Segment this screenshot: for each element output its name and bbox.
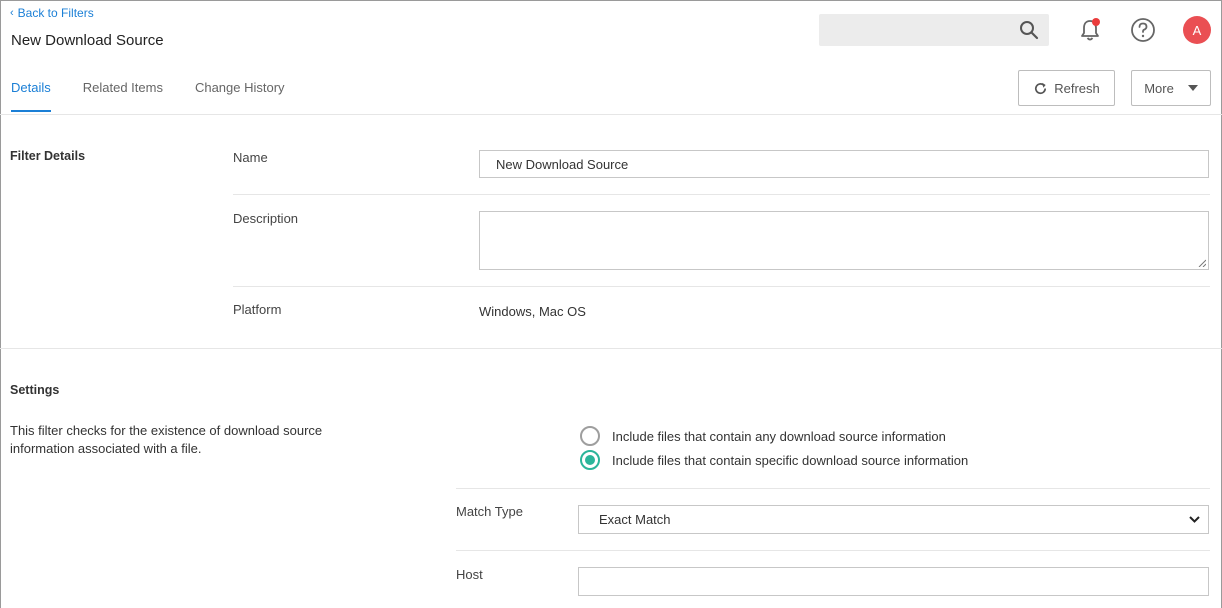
tab-bar: Details Related Items Change History <box>11 80 317 112</box>
help-icon[interactable] <box>1130 17 1156 43</box>
match-type-label: Match Type <box>456 504 523 519</box>
row-divider <box>233 286 1210 287</box>
row-divider <box>456 550 1210 551</box>
match-type-value: Exact Match <box>599 512 671 527</box>
more-label: More <box>1144 80 1174 96</box>
row-divider <box>456 488 1210 489</box>
filter-details-title: Filter Details <box>10 149 86 163</box>
chevron-down-icon <box>1189 516 1200 523</box>
search-input[interactable] <box>819 14 1049 46</box>
name-field[interactable] <box>479 150 1209 178</box>
avatar[interactable]: A <box>1183 16 1211 44</box>
resize-grip-icon[interactable] <box>1198 259 1206 267</box>
platform-label: Platform <box>233 302 282 317</box>
chevron-left-icon: ‹ <box>10 7 14 19</box>
radio-button-selected[interactable] <box>580 450 600 470</box>
row-divider <box>233 194 1210 195</box>
description-field[interactable] <box>479 211 1209 270</box>
tab-change-history[interactable]: Change History <box>195 80 285 112</box>
more-button[interactable]: More <box>1131 70 1211 106</box>
section-divider <box>0 348 1222 349</box>
header-divider <box>0 114 1222 115</box>
back-link-label: Back to Filters <box>17 6 94 20</box>
search-icon[interactable] <box>1019 20 1039 40</box>
radio-label: Include files that contain any download … <box>612 428 946 444</box>
tab-related-items[interactable]: Related Items <box>83 80 163 112</box>
tab-details[interactable]: Details <box>11 80 51 112</box>
radio-specific-download-source[interactable]: Include files that contain specific down… <box>580 450 968 470</box>
caret-down-icon <box>1187 85 1198 91</box>
platform-value: Windows, Mac OS <box>479 304 586 319</box>
match-type-select[interactable]: Exact Match <box>578 505 1209 534</box>
host-field[interactable] <box>578 567 1209 596</box>
page-title: New Download Source <box>11 32 164 49</box>
refresh-button[interactable]: Refresh <box>1018 70 1115 106</box>
settings-title: Settings <box>10 383 60 397</box>
settings-description: This filter checks for the existence of … <box>10 423 323 456</box>
refresh-label: Refresh <box>1054 80 1100 96</box>
radio-any-download-source[interactable]: Include files that contain any download … <box>580 426 946 446</box>
notification-dot <box>1092 18 1100 26</box>
radio-label: Include files that contain specific down… <box>612 452 969 468</box>
back-to-filters-link[interactable]: ‹ Back to Filters <box>10 6 94 20</box>
description-label: Description <box>233 211 299 226</box>
name-label: Name <box>233 150 268 165</box>
refresh-icon <box>1035 82 1047 94</box>
host-label: Host <box>456 567 483 582</box>
radio-button[interactable] <box>580 426 600 446</box>
bell-icon[interactable] <box>1077 17 1103 43</box>
